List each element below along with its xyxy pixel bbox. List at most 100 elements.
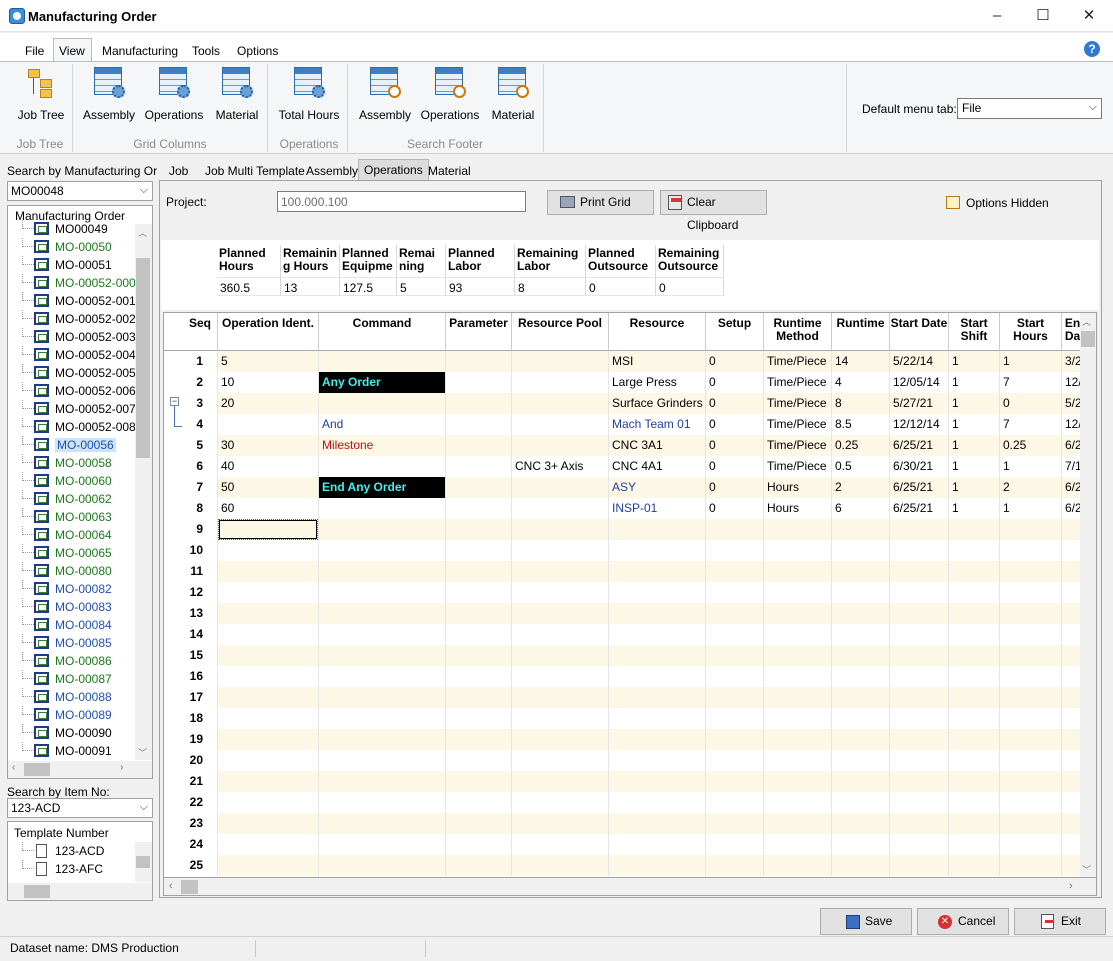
table-cell[interactable] (706, 603, 764, 624)
table-cell[interactable] (949, 645, 1000, 666)
table-cell[interactable] (764, 645, 832, 666)
table-cell[interactable] (319, 792, 446, 813)
table-row[interactable]: 21 (164, 771, 1084, 792)
table-cell[interactable] (949, 666, 1000, 687)
mo-tree-hscroll[interactable]: ‹ › (8, 761, 152, 778)
table-cell[interactable] (609, 645, 706, 666)
table-cell[interactable] (512, 435, 609, 456)
table-cell[interactable] (764, 750, 832, 771)
table-cell[interactable] (949, 750, 1000, 771)
table-cell[interactable] (609, 582, 706, 603)
table-cell[interactable]: 0 (706, 414, 764, 435)
table-cell[interactable] (1000, 813, 1062, 834)
table-cell[interactable] (764, 519, 832, 540)
scroll-right-icon[interactable]: › (1069, 880, 1073, 892)
table-cell[interactable]: 60 (218, 498, 319, 519)
table-cell[interactable]: CNC 4A1 (609, 456, 706, 477)
list-item[interactable]: MO-00090 (8, 724, 136, 742)
table-cell[interactable] (446, 813, 512, 834)
scroll-thumb[interactable] (24, 763, 50, 776)
table-cell[interactable] (706, 855, 764, 876)
table-cell[interactable]: 4 (832, 372, 890, 393)
table-cell[interactable] (319, 771, 446, 792)
table-cell[interactable] (218, 855, 319, 876)
table-row[interactable]: 3 20 Surface Grinders 0 Time/Piece 8 5/27/21 1 0… (164, 393, 1084, 414)
table-row[interactable]: 18 (164, 708, 1084, 729)
exit-button[interactable]: Exit (1014, 908, 1106, 935)
table-cell[interactable] (949, 792, 1000, 813)
table-row[interactable]: 25 (164, 855, 1084, 876)
table-cell[interactable]: 6/25/21 (890, 498, 949, 519)
table-cell[interactable] (512, 351, 609, 372)
scroll-thumb[interactable] (136, 856, 150, 868)
table-cell[interactable]: 1 (949, 372, 1000, 393)
table-cell[interactable] (764, 666, 832, 687)
table-cell[interactable] (706, 708, 764, 729)
table-cell[interactable]: Time/Piece (764, 372, 832, 393)
list-item[interactable]: MO-00052-000 (8, 274, 136, 292)
column-header[interactable]: Command (319, 313, 446, 351)
scroll-down-icon[interactable]: ﹀ (1082, 863, 1091, 876)
table-cell[interactable] (949, 561, 1000, 582)
table-cell[interactable] (1000, 603, 1062, 624)
table-cell[interactable] (832, 708, 890, 729)
table-cell[interactable] (319, 519, 446, 540)
list-item[interactable]: MO-00052-003 (8, 328, 136, 346)
table-cell[interactable] (609, 666, 706, 687)
table-cell[interactable] (609, 624, 706, 645)
table-cell[interactable] (832, 645, 890, 666)
tab-job-multi-template[interactable]: Job Multi Template (200, 161, 310, 180)
table-cell[interactable] (1000, 666, 1062, 687)
table-cell[interactable] (706, 519, 764, 540)
mo-tree[interactable]: Manufacturing Order MO00049 MO-00050 MO-00… (7, 205, 153, 779)
list-item[interactable]: MO-00084 (8, 616, 136, 634)
table-cell[interactable] (706, 771, 764, 792)
table-cell[interactable]: 5/22/14 (890, 351, 949, 372)
table-cell[interactable] (609, 771, 706, 792)
table-cell[interactable]: 1 (1000, 498, 1062, 519)
list-item[interactable]: MO-00065 (8, 544, 136, 562)
table-row[interactable]: 11 (164, 561, 1084, 582)
table-cell[interactable] (706, 729, 764, 750)
list-item[interactable]: MO-00063 (8, 508, 136, 526)
table-cell[interactable]: 0.25 (832, 435, 890, 456)
table-cell[interactable] (512, 666, 609, 687)
table-cell[interactable]: ASY (609, 477, 706, 498)
list-item[interactable]: MO-00082 (8, 580, 136, 598)
list-item[interactable]: MO-00052-001 (8, 292, 136, 310)
table-cell[interactable] (512, 792, 609, 813)
table-cell[interactable]: 8.5 (832, 414, 890, 435)
table-cell[interactable] (609, 792, 706, 813)
grid-vscroll[interactable]: ︿ ﹀ (1080, 313, 1096, 877)
maximize-button[interactable]: ☐ (1020, 0, 1066, 32)
table-cell[interactable] (446, 540, 512, 561)
template-item[interactable]: 123-AFC (8, 860, 136, 878)
table-cell[interactable] (446, 792, 512, 813)
table-cell[interactable]: 7 (1000, 414, 1062, 435)
list-item[interactable]: MO-00086 (8, 652, 136, 670)
table-cell[interactable] (446, 834, 512, 855)
list-item[interactable]: MO-00062 (8, 490, 136, 508)
table-cell[interactable]: Hours (764, 477, 832, 498)
table-cell[interactable] (319, 729, 446, 750)
table-cell[interactable] (1000, 540, 1062, 561)
table-cell[interactable]: CNC 3+ Axis (512, 456, 609, 477)
table-cell[interactable] (609, 603, 706, 624)
grid-material-button[interactable]: Material (211, 67, 263, 122)
sf-assembly-button[interactable]: Assembly (358, 67, 412, 122)
table-cell[interactable] (1000, 855, 1062, 876)
table-cell[interactable]: 0 (706, 435, 764, 456)
scroll-left-icon[interactable]: ‹ (12, 762, 15, 773)
table-cell[interactable] (218, 666, 319, 687)
table-cell[interactable] (832, 666, 890, 687)
table-cell[interactable] (512, 687, 609, 708)
table-cell[interactable] (832, 687, 890, 708)
table-cell[interactable] (319, 540, 446, 561)
grid-assembly-button[interactable]: Assembly (82, 67, 136, 122)
list-item[interactable]: MO00049 (8, 220, 136, 238)
table-cell[interactable]: Time/Piece (764, 456, 832, 477)
table-row[interactable]: 24 (164, 834, 1084, 855)
table-cell[interactable] (319, 582, 446, 603)
table-cell[interactable] (446, 645, 512, 666)
table-cell[interactable]: 1 (949, 477, 1000, 498)
